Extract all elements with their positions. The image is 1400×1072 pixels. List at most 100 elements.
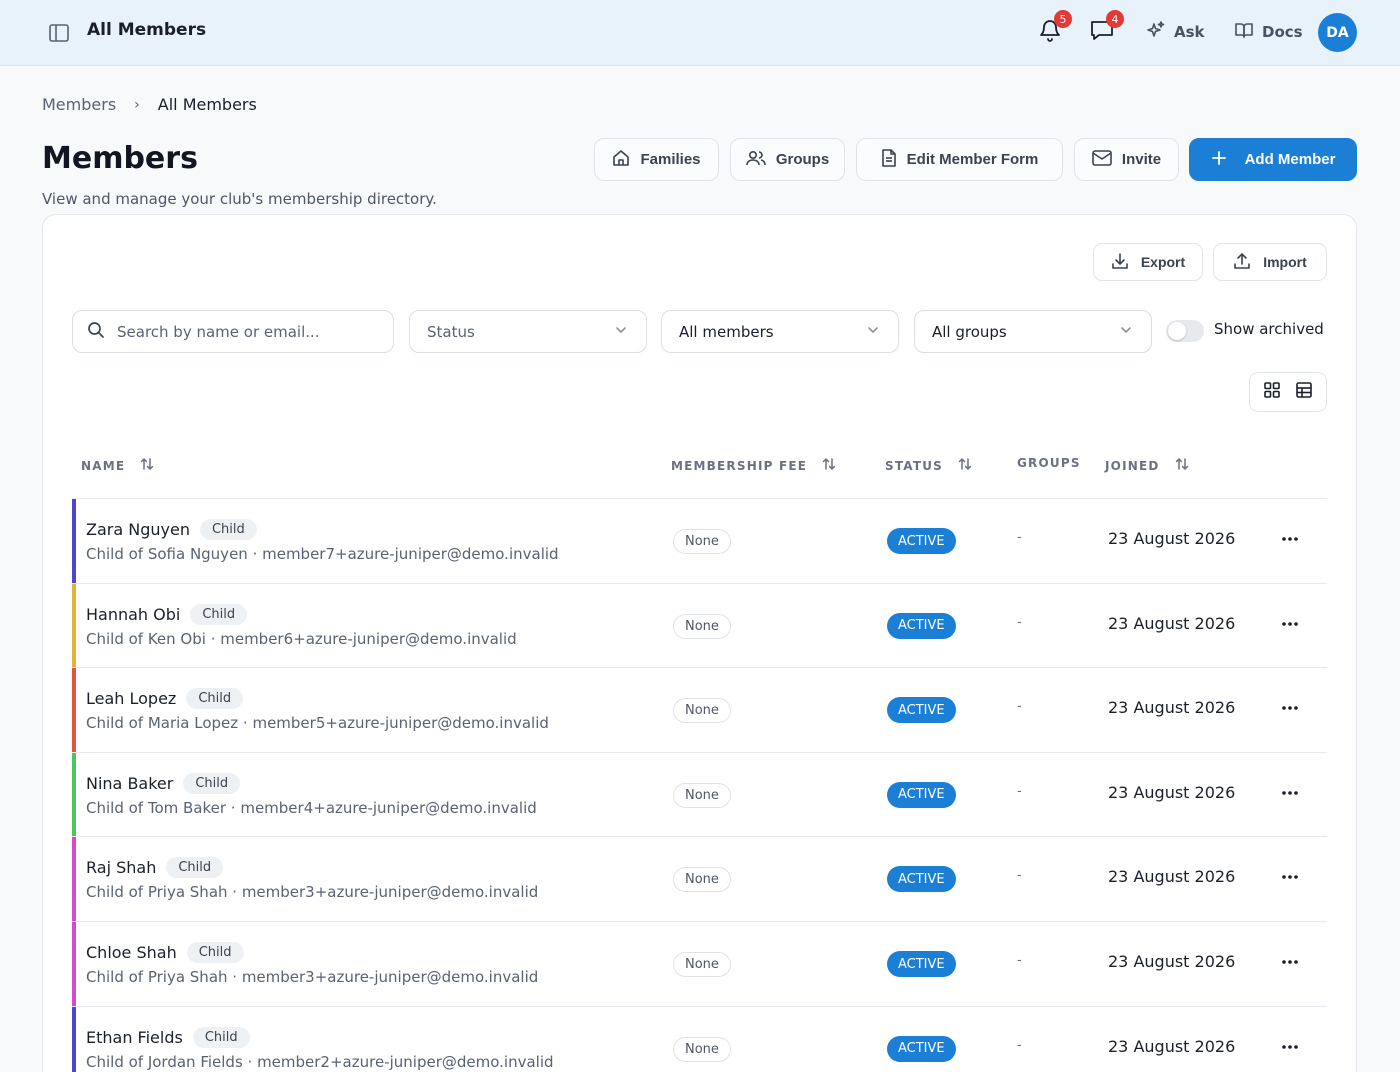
member-type-tag: Child [166,857,224,879]
search-box[interactable] [72,310,394,353]
families-button[interactable]: Families [594,138,719,181]
member-type-tag: Child [192,1026,250,1048]
notifications-button[interactable]: 5 [1036,10,1072,46]
show-archived-toggle[interactable] [1166,320,1204,342]
more-icon[interactable] [1280,781,1300,805]
notifications-badge: 5 [1054,10,1072,28]
chevron-right-icon: › [134,96,140,113]
table-row[interactable]: Zara Nguyen Child Child of Sofia Nguyen … [72,498,1327,583]
status-badge: ACTIVE [887,528,956,554]
more-icon[interactable] [1280,612,1300,636]
member-name: Ethan Fields Child [86,1026,250,1048]
member-name-text[interactable]: Hannah Obi [86,605,180,624]
column-joined-label: JOINED [1105,458,1160,473]
avatar[interactable]: DA [1318,13,1357,52]
column-header-groups: GROUPS [1017,456,1081,470]
add-member-button[interactable]: Add Member [1189,138,1357,181]
member-name-text[interactable]: Raj Shah [86,858,156,877]
table-row[interactable]: Raj Shah Child Child of Priya Shah · mem… [72,836,1327,922]
joined-date: 23 August 2026 [1108,1036,1236,1056]
chevron-down-icon [866,323,880,341]
membership-fee-badge: None [673,782,731,808]
file-icon [881,148,897,171]
table-row[interactable]: Hannah Obi Child Child of Ken Obi · memb… [72,582,1327,668]
table-row[interactable]: Nina Baker Child Child of Tom Baker · me… [72,751,1327,837]
table-row[interactable]: Leah Lopez Child Child of Maria Lopez · … [72,667,1327,753]
home-icon [612,149,630,171]
export-label: Export [1140,254,1186,270]
messages-badge: 4 [1106,10,1124,28]
column-header-fee[interactable]: MEMBERSHIP FEE [671,456,837,475]
table-row[interactable]: Chloe Shah Child Child of Priya Shah · m… [72,921,1327,1006]
member-name-text[interactable]: Ethan Fields [86,1028,183,1047]
joined-date: 23 August 2026 [1108,782,1236,802]
member-groups: - [1017,953,1022,968]
member-groups: - [1017,868,1022,884]
edit-member-form-label: Edit Member Form [906,151,1039,168]
member-name-text[interactable]: Chloe Shah [86,943,177,962]
ask-button[interactable]: Ask [1146,20,1205,44]
row-accent [72,499,76,583]
members-select-value: All members [679,322,774,341]
column-groups-label: GROUPS [1017,456,1081,470]
more-icon[interactable] [1280,1035,1300,1059]
mail-icon [1092,149,1112,170]
import-button[interactable]: Import [1213,243,1327,281]
export-button[interactable]: Export [1093,243,1203,281]
joined-date: 23 August 2026 [1108,867,1236,887]
app-title: All Members [87,20,207,40]
more-icon[interactable] [1280,527,1300,551]
table-row[interactable]: Ethan Fields Child Child of Jordan Field… [72,1005,1327,1072]
grid-icon[interactable] [1263,381,1281,403]
member-type-tag: Child [199,519,257,540]
member-name-text[interactable]: Nina Baker [86,774,173,793]
column-header-joined[interactable]: JOINED [1105,456,1190,475]
member-subtitle: Child of Sofia Nguyen · member7+azure-ju… [86,545,559,563]
status-select[interactable]: Status [409,310,647,353]
membership-fee-badge: None [673,1036,731,1062]
table-icon[interactable] [1295,381,1313,403]
breadcrumb-parent[interactable]: Members [42,95,116,114]
ask-label: Ask [1174,23,1205,41]
sort-icon [139,456,155,475]
groups-select[interactable]: All groups [914,310,1152,353]
joined-date: 23 August 2026 [1108,613,1236,633]
sidebar-toggle-icon[interactable] [48,22,70,44]
docs-button[interactable]: Docs [1234,20,1303,44]
member-subtitle: Child of Ken Obi · member6+azure-juniper… [86,629,517,648]
column-header-status[interactable]: STATUS [885,456,973,475]
member-subtitle: Child of Tom Baker · member4+azure-junip… [86,798,537,817]
column-header-name[interactable]: NAME [81,456,155,475]
member-name-text[interactable]: Leah Lopez [86,689,176,708]
membership-fee-badge: None [673,698,731,724]
members-select[interactable]: All members [661,310,899,353]
messages-button[interactable]: 4 [1088,10,1124,46]
row-accent [72,583,76,668]
families-label: Families [640,151,701,168]
more-icon[interactable] [1280,696,1300,720]
edit-member-form-button[interactable]: Edit Member Form [856,138,1063,181]
member-name-text[interactable]: Zara Nguyen [86,520,190,539]
show-archived-label: Show archived [1214,320,1324,338]
status-badge: ACTIVE [887,612,956,639]
chevron-down-icon [614,323,628,341]
column-status-label: STATUS [885,458,944,473]
more-icon[interactable] [1280,950,1300,974]
joined-date: 23 August 2026 [1108,698,1236,718]
users-icon [746,149,766,171]
more-icon[interactable] [1280,865,1300,889]
member-subtitle: Child of Maria Lopez · member5+azure-jun… [86,714,549,733]
sparkle-icon [1146,20,1166,44]
member-name: Nina Baker Child [86,772,241,794]
member-type-tag: Child [186,942,244,963]
upload-icon [1233,252,1251,273]
sort-icon [821,456,837,475]
invite-button[interactable]: Invite [1074,138,1179,181]
row-accent [72,1006,76,1072]
sort-icon [957,456,973,475]
groups-button[interactable]: Groups [730,138,845,181]
search-input[interactable] [117,322,377,341]
row-accent [72,752,76,837]
member-groups: - [1017,783,1022,799]
member-type-tag: Child [183,772,241,794]
